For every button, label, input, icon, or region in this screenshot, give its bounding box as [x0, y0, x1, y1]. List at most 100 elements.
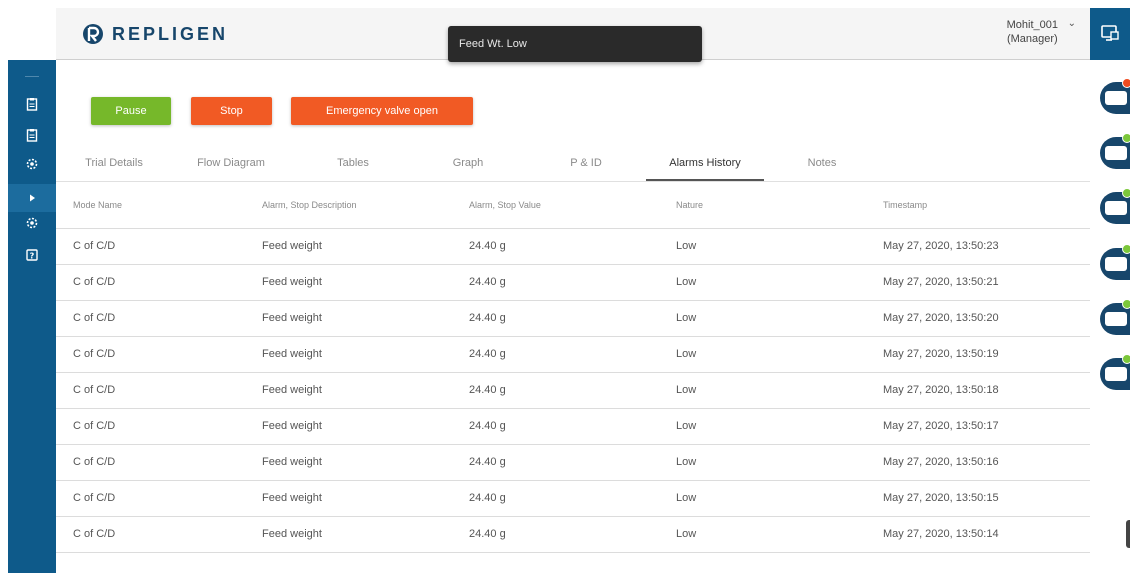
alarm-description-cell: Feed weight — [262, 240, 322, 252]
nav-divider — [25, 76, 39, 77]
tab-notes[interactable]: Notes — [794, 146, 850, 181]
device-status-item[interactable] — [1100, 244, 1130, 280]
nature-cell: Low — [676, 240, 697, 252]
tab-graph[interactable]: Graph — [436, 146, 500, 181]
device-status-item[interactable] — [1100, 78, 1130, 114]
table-row: C of C/D Feed weight 24.40 g Low May 27, 202… — [56, 229, 1090, 265]
clipboard-icon[interactable] — [24, 127, 40, 143]
device-status-item[interactable] — [1100, 354, 1130, 390]
tab-tables[interactable]: Tables — [318, 146, 388, 181]
column-header: Alarm, Stop Description — [262, 200, 357, 210]
timestamp-cell: May 27, 2020, 13:50:15 — [883, 492, 999, 504]
repligen-logo: REPLIGEN — [82, 22, 228, 46]
alarm-value-cell: 24.40 g — [469, 348, 506, 360]
table-row: C of C/D Feed weight 24.40 g Low May 27, 202… — [56, 445, 1090, 481]
table-row: C of C/D Feed weight 24.40 g Low May 27, 202… — [56, 373, 1090, 409]
table-header-row: Mode Name Alarm, Stop Description Alarm,… — [56, 182, 1090, 229]
device-status-item[interactable] — [1100, 299, 1130, 335]
timestamp-cell: May 27, 2020, 13:50:19 — [883, 348, 999, 360]
alarm-value-cell: 24.40 g — [469, 384, 506, 396]
table-row: C of C/D Feed weight 24.40 g Low May 27, 202… — [56, 301, 1090, 337]
alarm-description-cell: Feed weight — [262, 312, 322, 324]
svg-text:?: ? — [30, 252, 35, 261]
tab-trial-details[interactable]: Trial Details — [73, 146, 155, 181]
nature-cell: Low — [676, 384, 697, 396]
clipboard-icon[interactable] — [24, 96, 40, 112]
alarm-description-cell: Feed weight — [262, 276, 322, 288]
user-role: (Manager) — [1006, 33, 1058, 45]
alarm-description-cell: Feed weight — [262, 384, 322, 396]
tab-alarms-history[interactable]: Alarms History — [646, 146, 764, 181]
logo-text: REPLIGEN — [112, 23, 229, 44]
stop-button[interactable]: Stop — [191, 97, 272, 125]
mode-name-cell: C of C/D — [73, 240, 116, 252]
column-header: Alarm, Stop Value — [469, 200, 541, 210]
emergency-valve-open-button[interactable]: Emergency valve open — [291, 97, 473, 125]
nature-cell: Low — [676, 528, 697, 540]
alarm-value-cell: 24.40 g — [469, 456, 506, 468]
user-name: Mohit_001 — [1006, 19, 1058, 31]
column-header: Nature — [676, 200, 704, 210]
alarm-description-cell: Feed weight — [262, 492, 322, 504]
remote-desktop-button[interactable] — [1090, 8, 1130, 60]
alarm-value-cell: 24.40 g — [469, 312, 506, 324]
alarm-value-cell: 24.40 g — [469, 492, 506, 504]
device-status-item[interactable] — [1100, 133, 1130, 169]
tab-flow-diagram[interactable]: Flow Diagram — [186, 146, 276, 181]
alarm-value-cell: 24.40 g — [469, 420, 506, 432]
user-menu[interactable]: Mohit_001 (Manager) — [1007, 18, 1058, 46]
alarm-value-cell: 24.40 g — [469, 528, 506, 540]
alarm-description-cell: Feed weight — [262, 456, 322, 468]
check-badge-icon — [1122, 244, 1130, 254]
settings-gear-icon[interactable] — [24, 156, 40, 172]
repligen-logo-mark-icon — [83, 24, 103, 44]
timestamp-cell: May 27, 2020, 13:50:18 — [883, 384, 999, 396]
table-row: C of C/D Feed weight 24.40 g Low May 27, 202… — [56, 337, 1090, 373]
alarm-description-cell: Feed weight — [262, 348, 322, 360]
left-nav-rail: ? — [8, 60, 56, 573]
timestamp-cell: May 27, 2020, 13:50:16 — [883, 456, 999, 468]
alarm-toast: Feed Wt. Low — [448, 26, 702, 62]
alarm-description-cell: Feed weight — [262, 420, 322, 432]
column-header: Timestamp — [883, 200, 928, 210]
mode-name-cell: C of C/D — [73, 456, 116, 468]
settings-gear-icon[interactable] — [24, 215, 40, 231]
nature-cell: Low — [676, 348, 697, 360]
mode-name-cell: C of C/D — [73, 528, 116, 540]
nature-cell: Low — [676, 276, 697, 288]
mode-name-cell: C of C/D — [73, 492, 116, 504]
check-badge-icon — [1122, 133, 1130, 143]
alarm-description-cell: Feed weight — [262, 528, 322, 540]
device-status-item[interactable] — [1100, 188, 1130, 224]
alarm-value-cell: 24.40 g — [469, 276, 506, 288]
timestamp-cell: May 27, 2020, 13:50:14 — [883, 528, 999, 540]
check-badge-icon — [1122, 299, 1130, 309]
check-badge-icon — [1122, 354, 1130, 364]
timestamp-cell: May 27, 2020, 13:50:20 — [883, 312, 999, 324]
alarms-history-table: Mode Name Alarm, Stop Description Alarm,… — [56, 182, 1090, 553]
nature-cell: Low — [676, 492, 697, 504]
table-row: C of C/D Feed weight 24.40 g Low May 27, 202… — [56, 517, 1090, 553]
table-row: C of C/D Feed weight 24.40 g Low May 27, 202… — [56, 409, 1090, 445]
nature-cell: Low — [676, 456, 697, 468]
pause-button[interactable]: Pause — [91, 97, 171, 125]
rail-scroll-handle[interactable] — [1126, 520, 1130, 548]
timestamp-cell: May 27, 2020, 13:50:21 — [883, 276, 999, 288]
nature-cell: Low — [676, 312, 697, 324]
mode-name-cell: C of C/D — [73, 312, 116, 324]
chevron-down-icon[interactable]: ⌄ — [1068, 18, 1076, 29]
remote-desktop-icon — [1101, 25, 1119, 41]
help-icon[interactable]: ? — [24, 247, 40, 263]
check-badge-icon — [1122, 188, 1130, 198]
table-body: C of C/D Feed weight 24.40 g Low May 27, 202… — [56, 229, 1090, 553]
table-row: C of C/D Feed weight 24.40 g Low May 27, 202… — [56, 481, 1090, 517]
table-row: C of C/D Feed weight 24.40 g Low May 27, 202… — [56, 265, 1090, 301]
mode-name-cell: C of C/D — [73, 348, 116, 360]
timestamp-cell: May 27, 2020, 13:50:23 — [883, 240, 999, 252]
tab-p-and-id[interactable]: P & ID — [556, 146, 616, 181]
nature-cell: Low — [676, 420, 697, 432]
error-badge-icon — [1122, 78, 1130, 88]
mode-name-cell: C of C/D — [73, 384, 116, 396]
play-icon[interactable] — [24, 190, 40, 206]
alarm-value-cell: 24.40 g — [469, 240, 506, 252]
